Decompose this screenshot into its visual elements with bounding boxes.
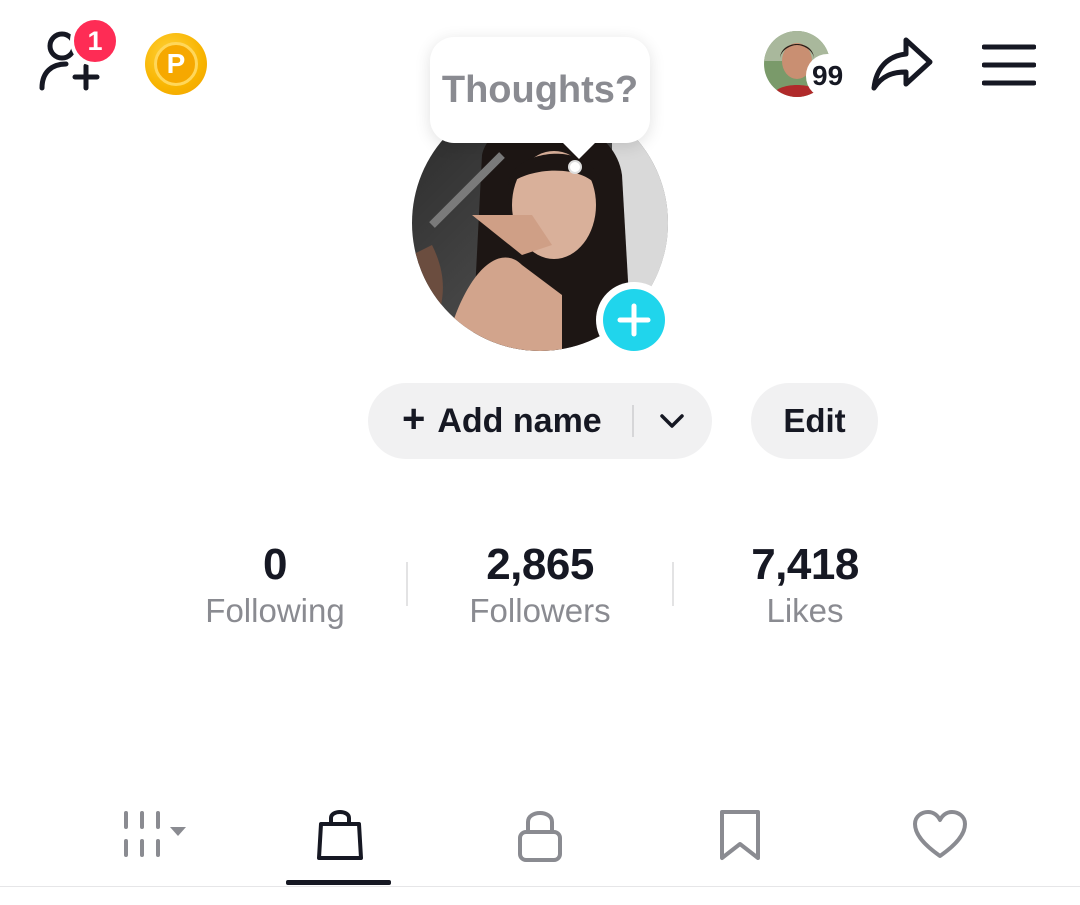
chevron-down-icon xyxy=(660,414,684,428)
tab-liked[interactable] xyxy=(888,800,992,870)
stat-following[interactable]: 0 Following xyxy=(155,540,395,630)
lock-icon xyxy=(518,811,562,862)
coin-button[interactable]: P xyxy=(145,33,207,95)
share-icon xyxy=(871,37,933,91)
stat-label: Followers xyxy=(469,592,611,629)
stat-label: Following xyxy=(205,592,345,629)
tab-shop[interactable] xyxy=(288,800,392,870)
stat-likes[interactable]: 7,418 Likes xyxy=(685,540,925,630)
hamburger-icon xyxy=(981,44,1037,86)
notification-badge: 1 xyxy=(70,16,120,66)
tabbar-divider xyxy=(0,886,1080,887)
add-name-button-group: + Add name xyxy=(368,383,712,459)
menu-button[interactable] xyxy=(981,44,1037,86)
add-name-label: Add name xyxy=(437,401,602,440)
stat-separator xyxy=(406,562,408,606)
tab-videos[interactable] xyxy=(100,800,200,870)
story-count: 99 xyxy=(806,54,850,98)
stat-label: Likes xyxy=(766,592,844,629)
share-button[interactable] xyxy=(870,34,934,94)
stat-value: 0 xyxy=(263,540,287,589)
add-name-button[interactable]: + Add name xyxy=(368,383,632,459)
tab-private[interactable] xyxy=(488,800,592,870)
coin-icon: P xyxy=(154,42,198,86)
active-tab-indicator xyxy=(286,880,391,885)
plus-icon xyxy=(617,303,651,337)
thoughts-bubble[interactable]: Thoughts? xyxy=(430,37,650,143)
shopping-bag-icon xyxy=(317,810,363,860)
stat-followers[interactable]: 2,865 Followers xyxy=(420,540,660,630)
bubble-pointer-dot xyxy=(568,160,582,174)
stat-value: 7,418 xyxy=(751,540,859,589)
stat-value: 2,865 xyxy=(486,540,594,589)
tab-saved[interactable] xyxy=(688,800,792,870)
heart-icon xyxy=(913,810,967,858)
grid-icon xyxy=(124,811,186,857)
plus-icon: + xyxy=(402,397,426,441)
bookmark-icon xyxy=(720,810,760,860)
edit-profile-button[interactable]: Edit xyxy=(751,383,878,459)
stat-separator xyxy=(672,562,674,606)
avatar-add-button[interactable] xyxy=(596,282,672,358)
account-switch-dropdown[interactable] xyxy=(634,383,710,459)
